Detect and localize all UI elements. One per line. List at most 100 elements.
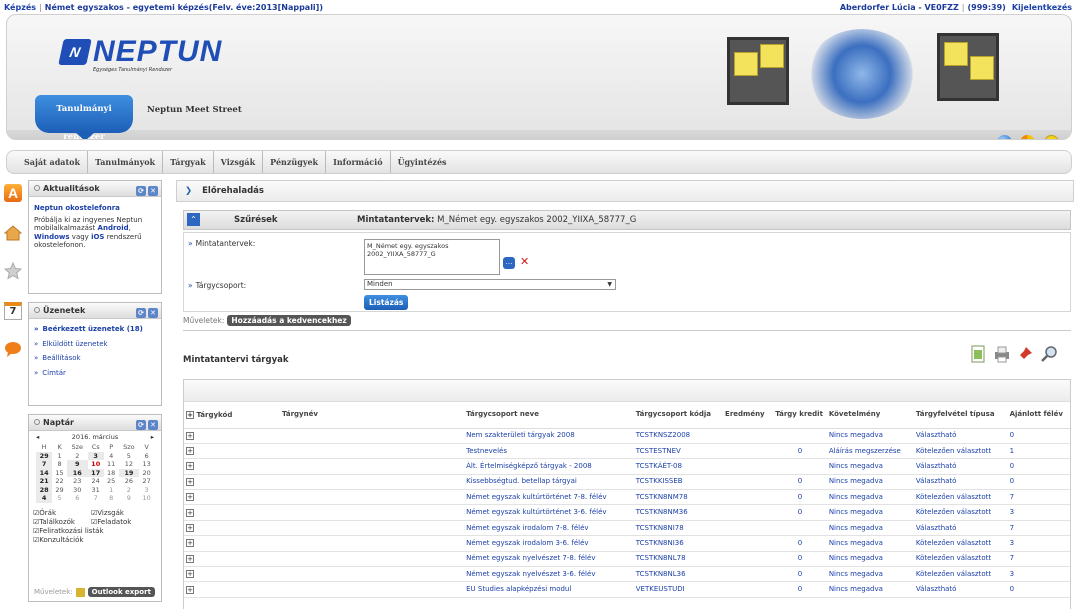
cell-group[interactable]: Kissebbségtud. betellap tárgyai [464, 474, 634, 491]
home-side-icon[interactable] [3, 224, 23, 242]
column-header[interactable]: Tárgycsoport neve [464, 402, 634, 429]
cell-group[interactable]: Német egyszak irodalom 3-6. félév [464, 535, 634, 552]
calendar-day[interactable]: 10 [139, 494, 154, 503]
pin-icon[interactable] [1016, 345, 1034, 363]
column-header[interactable]: Tárgynév [279, 402, 465, 429]
panel-refresh-icon[interactable]: ⟳ [136, 186, 146, 196]
curriculum-picker-button[interactable]: … [503, 257, 515, 269]
training-link[interactable]: Képzés [4, 3, 36, 12]
cell-group[interactable]: Nem szakterületi tárgyak 2008 [464, 428, 634, 444]
expand-row-icon[interactable]: + [186, 477, 194, 486]
calendar-filter-checkbox[interactable]: Órák [33, 509, 91, 518]
expand-row-icon[interactable]: + [186, 539, 194, 548]
calendar-day[interactable]: 11 [104, 460, 119, 469]
add-favorite-button[interactable]: Hozzáadás a kedvencekhez [227, 315, 351, 326]
msg-directory-link[interactable]: Címtár [34, 369, 156, 378]
calendar-day[interactable]: 20 [139, 469, 154, 478]
menu-item[interactable]: Pénzügyek [263, 151, 327, 173]
expand-row-icon[interactable]: + [186, 493, 194, 502]
calendar-day[interactable]: 7 [88, 494, 104, 503]
calendar-day[interactable]: 1 [104, 486, 119, 495]
logout-link[interactable]: Kijelentkezés [1012, 3, 1072, 12]
calendar-day[interactable]: 7 [36, 460, 53, 469]
calendar-day[interactable]: 27 [139, 477, 154, 486]
calendar-day[interactable]: 22 [52, 477, 67, 486]
calendar-day[interactable]: 13 [139, 460, 154, 469]
calendar-day[interactable]: 21 [36, 477, 53, 486]
expand-row-icon[interactable]: + [186, 570, 194, 579]
calendar-day[interactable]: 2 [119, 486, 140, 495]
panel-close-icon[interactable]: ✕ [148, 420, 158, 430]
calendar-day[interactable]: 9 [119, 494, 140, 503]
collapse-filter-icon[interactable]: ⌃ [187, 213, 200, 226]
menu-item[interactable]: Ügyintézés [391, 151, 454, 173]
calendar-day[interactable]: 29 [36, 451, 53, 460]
cell-group[interactable]: Német egyszak irodalom 7-8. félév [464, 520, 634, 537]
calendar-side-icon[interactable]: 7 [4, 302, 22, 320]
globe-icon[interactable] [996, 135, 1012, 139]
msg-inbox-link[interactable]: Beérkezett üzenetek (18) [34, 325, 156, 334]
calendar-day[interactable]: 4 [104, 452, 119, 461]
panel-close-icon[interactable]: ✕ [148, 308, 158, 318]
cell-group[interactable]: Testnevelés [464, 443, 634, 460]
table-row[interactable]: + Német egyszak nyelvészet 3-6. félév TCST… [184, 566, 1070, 583]
calendar-day[interactable]: 1 [52, 452, 67, 461]
column-header[interactable]: Követelmény [826, 402, 914, 429]
clear-curriculum-icon[interactable]: ✕ [520, 255, 529, 268]
expand-row-icon[interactable]: + [186, 431, 194, 440]
expand-row-icon[interactable]: + [186, 585, 194, 594]
column-header[interactable]: Eredmény [723, 402, 774, 429]
calendar-filter-checkbox[interactable]: Feliratkozási listák [33, 527, 153, 536]
msg-sent-link[interactable]: Elküldött üzenetek [34, 340, 156, 349]
print-icon[interactable] [993, 345, 1011, 363]
column-header[interactable]: Ajánlott félév [1007, 402, 1070, 429]
panel-refresh-icon[interactable]: ⟳ [136, 420, 146, 430]
news-side-icon[interactable]: A [4, 184, 22, 202]
search-icon[interactable] [1040, 345, 1058, 363]
calendar-day[interactable]: 25 [104, 477, 119, 486]
calendar-day[interactable]: 30 [67, 486, 88, 495]
cell-group[interactable]: Ált. Értelmiségképző tárgyak - 2008 [464, 458, 634, 475]
theme-color-icon[interactable] [1020, 135, 1036, 139]
expand-row-icon[interactable]: + [186, 524, 194, 533]
calendar-day[interactable]: 9 [66, 460, 88, 469]
curriculum-field[interactable]: M_Német egy. egyszakos 2002_YIIXA_58777_… [364, 239, 500, 275]
column-header[interactable]: Tárgy kredit [773, 402, 827, 429]
expand-row-icon[interactable]: + [186, 447, 194, 456]
table-row[interactable]: + Német egyszak kultúrtörténet 7-8. félév… [184, 489, 1070, 506]
cell-group[interactable]: Német egyszak nyelvészet 3-6. félév [464, 566, 634, 583]
menu-item[interactable]: Saját adatok [17, 151, 89, 173]
news-headline[interactable]: Neptun okostelefonra [34, 204, 156, 213]
tab-tanulmanyi-rendszer[interactable]: Tanulmányi rendszer [35, 95, 133, 139]
cell-group[interactable]: EU Studies alapképzési modul [464, 581, 634, 598]
menu-item[interactable]: Információ [326, 151, 391, 173]
table-row[interactable]: + Ált. Értelmiségképző tárgyak - 2008 TCST… [184, 458, 1070, 475]
calendar-filter-checkbox[interactable]: Találkozók [33, 518, 91, 527]
expand-row-icon[interactable]: + [186, 508, 194, 517]
panel-refresh-icon[interactable]: ⟳ [136, 308, 146, 318]
table-row[interactable]: + Nem szakterületi tárgyak 2008 TCSTKNSZ20… [184, 428, 1070, 444]
prev-month-icon[interactable]: ◂ [36, 433, 39, 441]
calendar-day[interactable]: 24 [88, 477, 104, 486]
calendar-day[interactable]: 29 [52, 486, 67, 495]
calendar-day[interactable]: 8 [104, 494, 119, 503]
table-row[interactable]: + Német egyszak irodalom 3-6. félév TCSTKN… [184, 535, 1070, 552]
calendar-day[interactable]: 18 [104, 469, 119, 478]
calendar-day[interactable]: 5 [119, 452, 140, 461]
chat-side-icon[interactable] [4, 340, 22, 358]
calendar-day[interactable]: 23 [67, 477, 88, 486]
next-month-icon[interactable]: ▸ [151, 433, 154, 441]
outlook-export-button[interactable]: Outlook export [87, 587, 155, 597]
group-select[interactable]: Minden ▼ [364, 279, 616, 290]
calendar-day[interactable]: 8 [52, 460, 67, 469]
table-row[interactable]: + Testnevelés TCSTESTNEV 0 Aláírás megszerzé… [184, 443, 1070, 460]
calendar-day[interactable]: 12 [119, 460, 140, 469]
excel-export-icon[interactable] [969, 345, 987, 363]
calendar-day[interactable]: 28 [36, 485, 53, 494]
calendar-day[interactable]: 26 [119, 477, 140, 486]
expand-row-icon[interactable]: + [186, 462, 194, 471]
calendar-filter-checkbox[interactable]: Konzultációk [33, 536, 153, 545]
column-header[interactable]: Tárgycsoport kódja [633, 402, 724, 429]
calendar-day[interactable]: 15 [52, 469, 67, 478]
calendar-day[interactable]: 5 [52, 494, 67, 503]
